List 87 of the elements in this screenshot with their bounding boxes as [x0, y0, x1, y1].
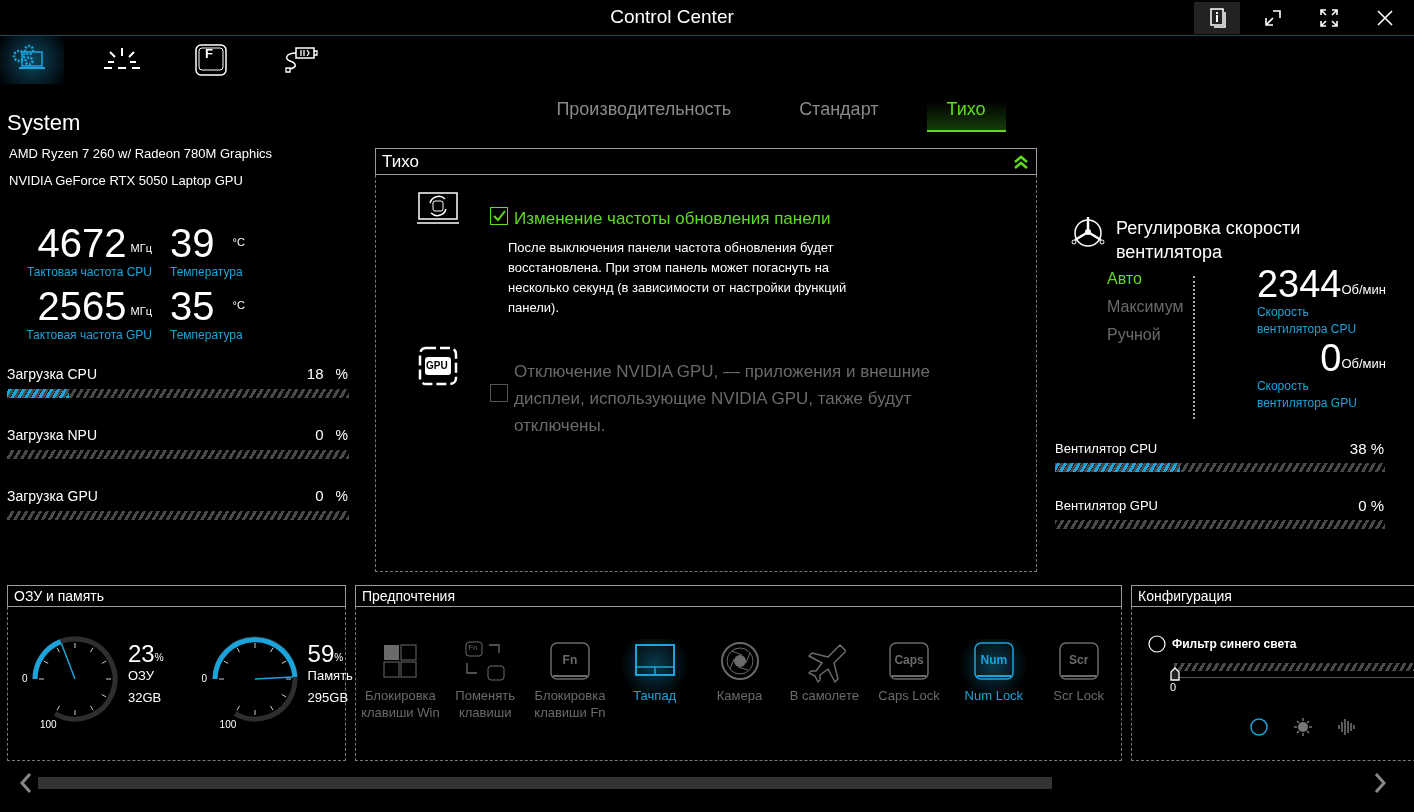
- speed-label: Скорость вентилятора CPU: [1256, 304, 1358, 338]
- unit-label: МГц: [130, 303, 152, 319]
- key-icon: [547, 639, 592, 683]
- device-name: AMD Ryzen 7 260 w/ Radeon 780M Graphics: [9, 145, 273, 163]
- unit-label: %: [334, 651, 344, 665]
- unit-label: %: [335, 425, 348, 445]
- load-label: Загрузка CPU: [7, 364, 99, 384]
- unit-label: %: [335, 364, 348, 384]
- preference-toggle[interactable]: Fn Поменять клавиши: [442, 639, 528, 721]
- fan-icon: [1070, 214, 1106, 250]
- checkmark-icon: [492, 209, 506, 223]
- unit-label: %: [335, 486, 348, 506]
- load-label: Загрузка NPU: [7, 425, 99, 445]
- unit-label: МГц: [130, 240, 152, 256]
- preference-toggle[interactable]: Камера: [697, 639, 782, 704]
- preference-toggle[interactable]: Блокировка клавиши Win: [358, 639, 443, 721]
- slider-thumb[interactable]: [1170, 667, 1180, 681]
- mode-tab[interactable]: Производительность: [536, 94, 752, 132]
- swap-keys-icon: [463, 639, 508, 683]
- key-icon: [1056, 639, 1101, 683]
- info-button[interactable]: [1194, 1, 1240, 34]
- stat-label: Температура: [170, 327, 243, 344]
- stat-label: Температура: [170, 264, 243, 281]
- nav-tab[interactable]: F: [180, 36, 244, 84]
- mode-tab[interactable]: Стандарт: [779, 94, 899, 132]
- panel-title: Предпочтения: [362, 586, 456, 606]
- unit-label: %: [154, 651, 164, 665]
- load-label: Загрузка GPU: [7, 486, 99, 506]
- panel-title: ОЗУ и память: [14, 586, 104, 606]
- load-label: Вентилятор CPU: [1055, 440, 1159, 459]
- option-label: Изменение частоты обновления панели: [514, 208, 831, 230]
- load-value: 0 %: [1358, 495, 1384, 516]
- unit-label: °C: [232, 235, 245, 250]
- speed-value: 0: [1320, 338, 1342, 378]
- stat-label: Тактовая частота GPU: [26, 327, 152, 344]
- speed-value: 2344: [1256, 264, 1342, 304]
- window-title: Control Center: [609, 5, 735, 30]
- stat-value: 35: [170, 285, 215, 327]
- gauge-size: 295GB: [307, 688, 350, 707]
- filter-label: Фильтр синего света: [1172, 636, 1297, 653]
- fan-mode-option[interactable]: Ручной: [1107, 322, 1193, 347]
- load-value: 0: [315, 485, 324, 506]
- gauge-min-label: 0: [22, 671, 28, 686]
- device-name: NVIDIA GeForce RTX 5050 Laptop GPU: [9, 172, 244, 190]
- icon-label: GPU: [426, 361, 448, 371]
- unit-label: °C: [232, 298, 245, 313]
- section-title: System: [7, 109, 82, 136]
- gauge-max-label: 100: [219, 717, 237, 732]
- gauge-label: Память: [307, 666, 353, 685]
- section-title: Регулировка скорости вентилятора: [1116, 217, 1302, 264]
- option-description: После выключения панели частота обновления будет восстановлена. При этом панель может погаснуть на несколько секунд (в зависимости от настройки функций панели).: [508, 239, 848, 317]
- load-value: 0: [315, 424, 324, 445]
- fan-mode-option[interactable]: Максимум: [1107, 294, 1193, 319]
- gauge-label: ОЗУ: [128, 666, 156, 685]
- gauge-size: 32GB: [128, 688, 163, 707]
- gauge-min-label: 0: [201, 671, 208, 686]
- scrollbar-thumb[interactable]: [38, 777, 1052, 789]
- monitor-refresh-icon: [416, 191, 460, 227]
- stat-value: 39: [170, 222, 215, 264]
- panel-title: Конфигурация: [1138, 586, 1232, 606]
- gauge-max-label: 100: [40, 717, 57, 732]
- panel-title: Тихо: [382, 150, 419, 173]
- unit-label: Об/мин: [1341, 281, 1386, 299]
- stat-value: 2565: [37, 285, 127, 327]
- load-value: 38 %: [1349, 438, 1384, 459]
- sun-icon: [1292, 715, 1314, 738]
- checkbox[interactable]: [490, 207, 508, 225]
- fan-mode-option[interactable]: Авто: [1107, 266, 1193, 291]
- preference-toggle[interactable]: Caps Caps Lock: [866, 639, 952, 704]
- stat-value: 4672: [37, 222, 127, 264]
- option-label: Отключение NVIDIA GPU, — приложения и внешние дисплеи, использующие NVIDIA GPU, также будут отключены.: [514, 361, 932, 437]
- load-label: Вентилятор GPU: [1055, 497, 1159, 516]
- speed-label: Скорость вентилятора GPU: [1256, 378, 1358, 412]
- preference-toggle[interactable]: В самолете: [781, 639, 867, 704]
- chip-icon: [416, 344, 460, 388]
- slider-value: 0: [1170, 680, 1178, 695]
- gauge-value: 23: [128, 640, 155, 667]
- nav-tab[interactable]: [0, 36, 64, 84]
- key-icon: [971, 639, 1016, 683]
- stat-label: Тактовая частота CPU: [26, 264, 152, 281]
- display-mode-button[interactable]: [1292, 715, 1314, 738]
- unit-label: Об/мин: [1341, 354, 1386, 373]
- preference-toggle[interactable]: Fn Блокировка клавиши Fn: [527, 639, 613, 721]
- key-icon: [887, 639, 932, 683]
- load-value: 18: [306, 363, 324, 384]
- gauge-value: 59: [307, 640, 335, 667]
- preference-toggle[interactable]: Scr Scr Lock: [1036, 639, 1122, 704]
